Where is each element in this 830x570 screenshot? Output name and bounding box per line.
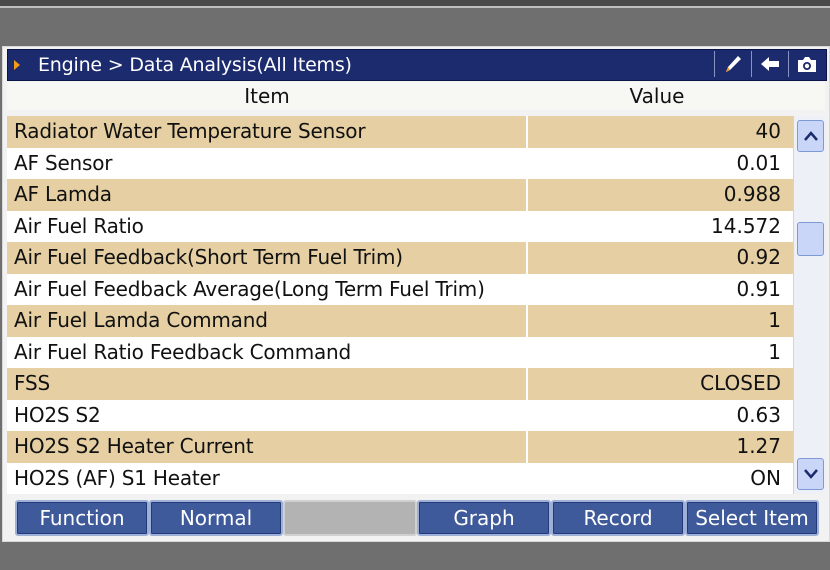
function-button-bar: Function Normal Graph Record Select Item: [15, 500, 821, 536]
column-divider: [526, 116, 528, 494]
back-button[interactable]: [751, 51, 788, 77]
item-name: Radiator Water Temperature Sensor: [14, 119, 366, 143]
blank-button: [283, 500, 417, 536]
table-row[interactable]: Radiator Water Temperature Sensor 40: [7, 116, 793, 148]
item-value: 0.988: [723, 182, 781, 206]
column-header-item: Item: [244, 84, 290, 108]
function-button[interactable]: Function: [15, 500, 149, 536]
item-name: HO2S (AF) S1 Heater: [14, 465, 220, 490]
record-button[interactable]: Record: [551, 500, 685, 536]
title-bar: Engine > Data Analysis(All Items): [7, 49, 827, 81]
table-row[interactable]: Air Fuel Ratio 14.572: [7, 210, 793, 242]
item-name: HO2S S2: [14, 402, 101, 427]
item-value: 1: [768, 308, 781, 332]
table-row[interactable]: Air Fuel Ratio Feedback Command 1: [7, 336, 793, 368]
table-row[interactable]: HO2S (AF) S1 Heater ON: [7, 462, 793, 494]
data-table: Radiator Water Temperature Sensor 40 AF …: [7, 116, 793, 494]
table-row[interactable]: FSS CLOSED: [7, 368, 793, 400]
item-value: ON: [750, 465, 781, 490]
pen-icon: [726, 56, 741, 72]
table-row[interactable]: AF Lamda 0.988: [7, 179, 793, 211]
graph-button[interactable]: Graph: [417, 500, 551, 536]
item-name: Air Fuel Lamda Command: [14, 308, 268, 332]
scroll-thumb[interactable]: [797, 222, 824, 256]
item-value: 40: [755, 119, 781, 143]
column-header-value: Value: [629, 84, 685, 108]
item-name: Air Fuel Ratio: [14, 213, 144, 238]
item-name: Air Fuel Ratio Feedback Command: [14, 339, 352, 364]
item-value: 14.572: [711, 213, 781, 238]
table-row[interactable]: Air Fuel Feedback Average(Long Term Fuel…: [7, 273, 793, 305]
table-row[interactable]: Air Fuel Lamda Command 1: [7, 305, 793, 337]
chevron-down-icon: [803, 469, 818, 479]
item-value: 0.63: [736, 402, 781, 427]
item-name: AF Lamda: [14, 182, 112, 206]
item-value: CLOSED: [700, 371, 781, 395]
item-name: AF Sensor: [14, 150, 113, 175]
normal-button[interactable]: Normal: [149, 500, 283, 536]
item-name: FSS: [14, 371, 50, 395]
breadcrumb-arrow-icon: [14, 60, 20, 70]
top-strip: [0, 0, 830, 8]
table-row[interactable]: HO2S S2 0.63: [7, 399, 793, 431]
back-arrow-icon: [761, 57, 779, 71]
item-value: 1: [768, 339, 781, 364]
table-row[interactable]: HO2S S2 Heater Current 1.27: [7, 431, 793, 463]
breadcrumb: Engine > Data Analysis(All Items): [38, 54, 352, 76]
item-value: 0.01: [736, 150, 781, 175]
chevron-up-icon: [803, 131, 818, 141]
table-header: Item Value: [7, 82, 825, 110]
item-value: 0.91: [736, 276, 781, 301]
vertical-scrollbar[interactable]: [793, 116, 826, 494]
data-analysis-window: Engine > Data Analysis(All Items) Item V…: [2, 46, 830, 542]
item-value: 0.92: [736, 245, 781, 269]
pen-button[interactable]: [714, 51, 751, 77]
item-value: 1.27: [736, 434, 781, 458]
scroll-up-button[interactable]: [797, 120, 824, 152]
select-item-button[interactable]: Select Item: [685, 500, 819, 536]
item-name: Air Fuel Feedback Average(Long Term Fuel…: [14, 276, 485, 301]
table-row[interactable]: AF Sensor 0.01: [7, 147, 793, 179]
item-name: HO2S S2 Heater Current: [14, 434, 254, 458]
item-name: Air Fuel Feedback(Short Term Fuel Trim): [14, 245, 403, 269]
camera-icon: [798, 57, 816, 72]
camera-button[interactable]: [788, 51, 825, 77]
table-row[interactable]: Air Fuel Feedback(Short Term Fuel Trim) …: [7, 242, 793, 274]
scroll-down-button[interactable]: [797, 458, 824, 490]
